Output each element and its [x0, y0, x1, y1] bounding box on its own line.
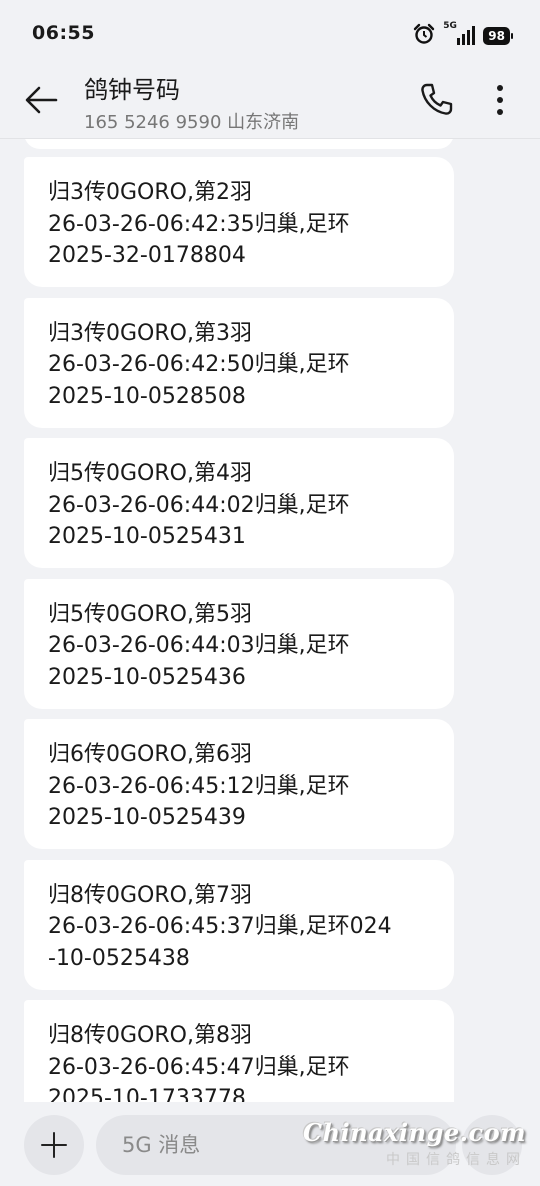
- message-line: 2025-10-0525431: [48, 524, 246, 549]
- message-line: -10-0525438: [48, 945, 190, 971]
- message-bubble[interactable]: 归3传0GORO,第3羽 26-03-26-06:42:50归巢,足环 2025…: [24, 297, 454, 428]
- phone-icon: [421, 83, 453, 115]
- message-line: 26-03-26-06:45:47归巢,足环: [48, 1054, 350, 1080]
- message-line: 归5传0GORO,第4羽: [48, 461, 252, 486]
- contact-number-location: 165 5246 9590 山东济南: [84, 112, 300, 133]
- call-button[interactable]: [416, 80, 456, 120]
- message-line: 归8传0GORO,第7羽: [48, 882, 252, 908]
- message-line: 2025-10-0528508: [48, 383, 246, 409]
- message-line: 2025-10-1733778: [48, 1086, 246, 1102]
- back-button[interactable]: [22, 80, 62, 120]
- message-line: 归6传0GORO,第6羽: [48, 742, 252, 767]
- message-bubble-partial[interactable]: [24, 139, 454, 149]
- message-line: 归3传0GORO,第2羽: [48, 180, 252, 205]
- message-line: 归5传0GORO,第5羽: [48, 601, 252, 627]
- back-arrow-icon: [25, 86, 58, 114]
- message-line: 归3传0GORO,第3羽: [48, 320, 252, 346]
- message-thread[interactable]: 归3传0GORO,第2羽 26-03-26-06:42:35归巢,足环 2025…: [0, 139, 540, 1102]
- alarm-icon: [413, 23, 435, 49]
- send-button[interactable]: [462, 1115, 522, 1175]
- message-line: 2025-10-0525439: [48, 805, 246, 830]
- message-list: 归3传0GORO,第2羽 26-03-26-06:42:35归巢,足环 2025…: [24, 157, 454, 1102]
- contact-name: 鸽钟号码: [84, 76, 180, 104]
- message-line: 2025-10-0525436: [48, 664, 246, 690]
- message-bubble[interactable]: 归5传0GORO,第4羽 26-03-26-06:44:02归巢,足环 2025…: [24, 438, 454, 568]
- message-input-container[interactable]: [96, 1115, 456, 1175]
- message-line: 26-03-26-06:45:37归巢,足环024: [48, 914, 392, 939]
- message-bubble[interactable]: 归8传0GORO,第7羽 26-03-26-06:45:37归巢,足环024 -…: [24, 859, 454, 990]
- signal-icon: 5G: [443, 21, 476, 47]
- message-bubble[interactable]: 归8传0GORO,第8羽 26-03-26-06:45:47归巢,足环 2025…: [24, 1000, 454, 1102]
- message-line: 26-03-26-06:44:03归巢,足环: [48, 633, 350, 658]
- status-icons: 5G 98: [413, 21, 513, 49]
- message-line: 26-03-26-06:45:12归巢,足环: [48, 773, 350, 799]
- message-input[interactable]: [122, 1115, 442, 1175]
- battery-icon: 98: [483, 27, 513, 45]
- status-time: 06:55: [32, 22, 95, 44]
- message-line: 26-03-26-06:44:02归巢,足环: [48, 492, 350, 518]
- message-line: 26-03-26-06:42:35归巢,足环: [48, 211, 350, 237]
- message-bubble[interactable]: 归6传0GORO,第6羽 26-03-26-06:45:12归巢,足环 2025…: [24, 719, 454, 849]
- message-line: 2025-32-0178804: [48, 243, 246, 268]
- more-options-button[interactable]: [488, 80, 512, 120]
- more-vert-icon: [497, 85, 503, 115]
- message-line: 归8传0GORO,第8羽: [48, 1023, 252, 1048]
- message-bubble[interactable]: 归5传0GORO,第5羽 26-03-26-06:44:03归巢,足环 2025…: [24, 578, 454, 709]
- message-line: 26-03-26-06:42:50归巢,足环: [48, 352, 350, 377]
- message-bubble[interactable]: 归3传0GORO,第2羽 26-03-26-06:42:35归巢,足环 2025…: [24, 157, 454, 287]
- conversation-header: 鸽钟号码 165 5246 9590 山东济南: [0, 68, 540, 140]
- status-bar: 06:55 5G 98: [0, 0, 540, 68]
- add-attachment-button[interactable]: [24, 1115, 84, 1175]
- message-composer: [0, 1102, 540, 1186]
